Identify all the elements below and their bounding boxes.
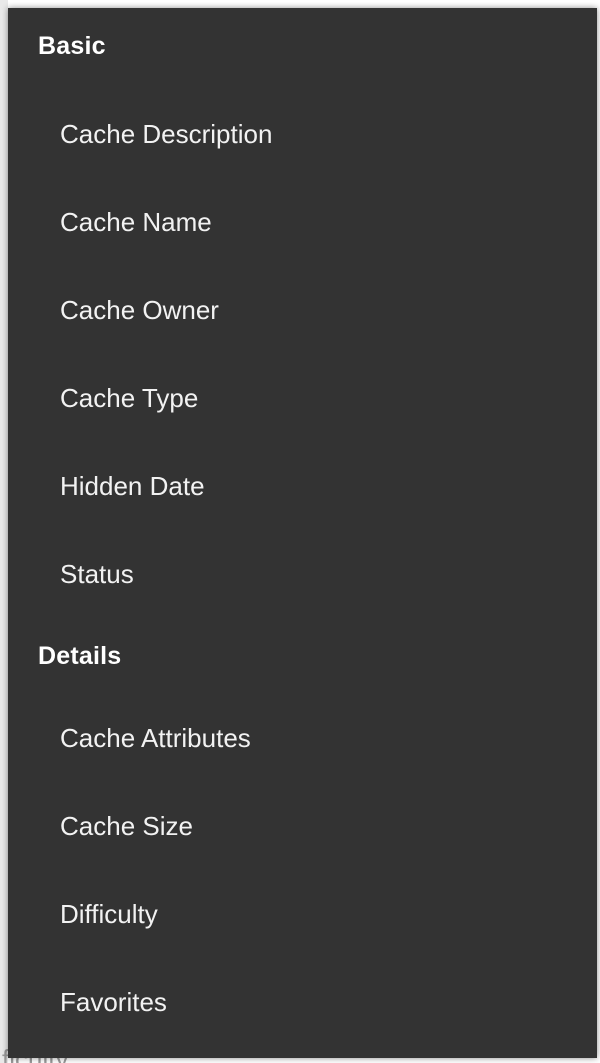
basic-items: Cache Description Cache Name Cache Owner… [8, 90, 597, 618]
details-items: Cache Attributes Cache Size Difficulty F… [8, 694, 597, 1046]
sort-options-menu: Basic Cache Description Cache Name Cache… [8, 8, 597, 1058]
menu-item-favorites[interactable]: Favorites [8, 958, 597, 1046]
menu-item-cache-owner[interactable]: Cache Owner [8, 266, 597, 354]
menu-item-cache-size[interactable]: Cache Size [8, 782, 597, 870]
menu-item-cache-description[interactable]: Cache Description [8, 90, 597, 178]
menu-item-cache-name[interactable]: Cache Name [8, 178, 597, 266]
menu-item-cache-type[interactable]: Cache Type [8, 354, 597, 442]
menu-item-cache-attributes[interactable]: Cache Attributes [8, 694, 597, 782]
background-edge [0, 0, 8, 1063]
menu-item-hidden-date[interactable]: Hidden Date [8, 442, 597, 530]
menu-item-difficulty[interactable]: Difficulty [8, 870, 597, 958]
section-header-details: Details [38, 642, 122, 670]
section-header-basic: Basic [38, 32, 106, 60]
menu-item-status[interactable]: Status [8, 530, 597, 618]
